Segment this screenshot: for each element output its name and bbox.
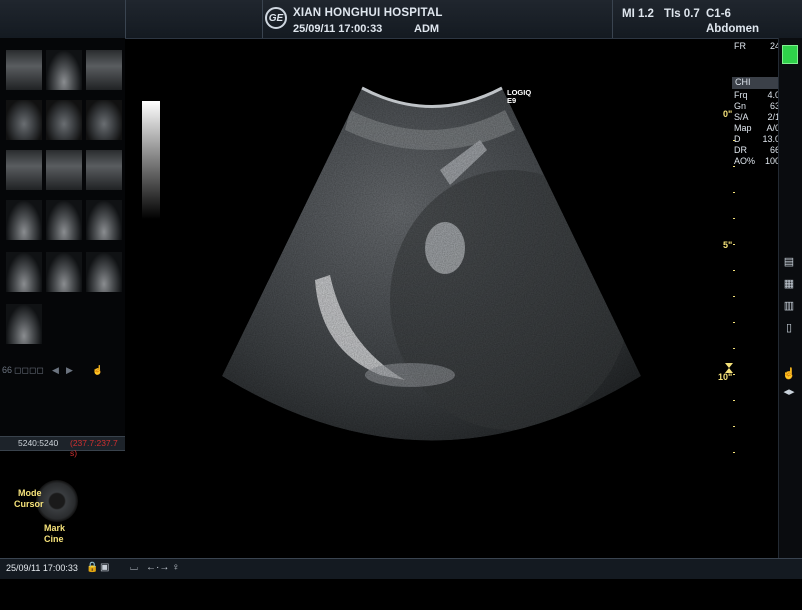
depth-tick — [733, 166, 735, 167]
depth-mark: 10" — [718, 372, 733, 382]
depth-tick — [733, 270, 735, 271]
param-key: DR — [734, 145, 747, 155]
depth-tick — [733, 452, 735, 453]
depth-tick — [733, 322, 735, 323]
depth-mark: 5" — [723, 240, 733, 250]
caliper-icon[interactable]: ⌴ — [130, 562, 138, 573]
hand-icon[interactable]: ☝ — [782, 367, 796, 381]
param-key: FR — [734, 41, 746, 51]
depth-tick — [733, 374, 735, 375]
disk-icon[interactable]: ▣ — [100, 562, 109, 573]
status-datetime: 25/09/11 17:00:33 — [6, 563, 78, 573]
param-key: Map — [734, 123, 752, 133]
depth-tick — [733, 140, 735, 141]
ultrasound-image — [222, 86, 641, 441]
param-key: Frq — [734, 90, 748, 100]
probe-label-line: E9 — [507, 96, 517, 105]
right-toolbar — [778, 38, 802, 558]
depth-tick — [733, 192, 735, 193]
focus-marker-icon[interactable] — [724, 363, 734, 373]
param-key: D — [734, 134, 741, 144]
phone-icon[interactable]: ▯ — [782, 321, 796, 335]
depth-tick — [733, 244, 735, 245]
param-key: Gn — [734, 101, 747, 111]
arrows-icon[interactable]: ←·→ — [146, 562, 169, 573]
depth-tick — [733, 400, 735, 401]
mode-chi: CHI — [732, 77, 778, 89]
depth-tick — [733, 296, 735, 297]
depth-tick — [733, 348, 735, 349]
param-key: AO% — [734, 156, 756, 166]
depth-mark: 0" — [723, 109, 733, 119]
probe-label: LOGIQ E9 — [507, 89, 531, 105]
film-icon[interactable]: ▤ — [782, 255, 796, 269]
probe-icon[interactable]: ♀ — [172, 562, 180, 573]
param-key: S/A — [734, 112, 749, 122]
parameter-list: Frq 4.0 Gn 63 S/A 2/1 Map A/0 D 13.0 DR 66 AO%… — [732, 90, 780, 610]
status-bar: 25/09/11 17:00:33 🔒 ▣ ⌴ ←·→ ♀ — [0, 558, 802, 579]
depth-tick — [733, 426, 735, 427]
status-indicator — [782, 45, 798, 64]
grid-icon[interactable]: ▦ — [782, 277, 796, 291]
left-right-arrows-icon[interactable]: ◂▸ — [782, 385, 796, 399]
lock-icon[interactable]: 🔒 — [86, 562, 98, 573]
layout-icon[interactable]: ▥ — [782, 299, 796, 313]
depth-tick — [733, 218, 735, 219]
